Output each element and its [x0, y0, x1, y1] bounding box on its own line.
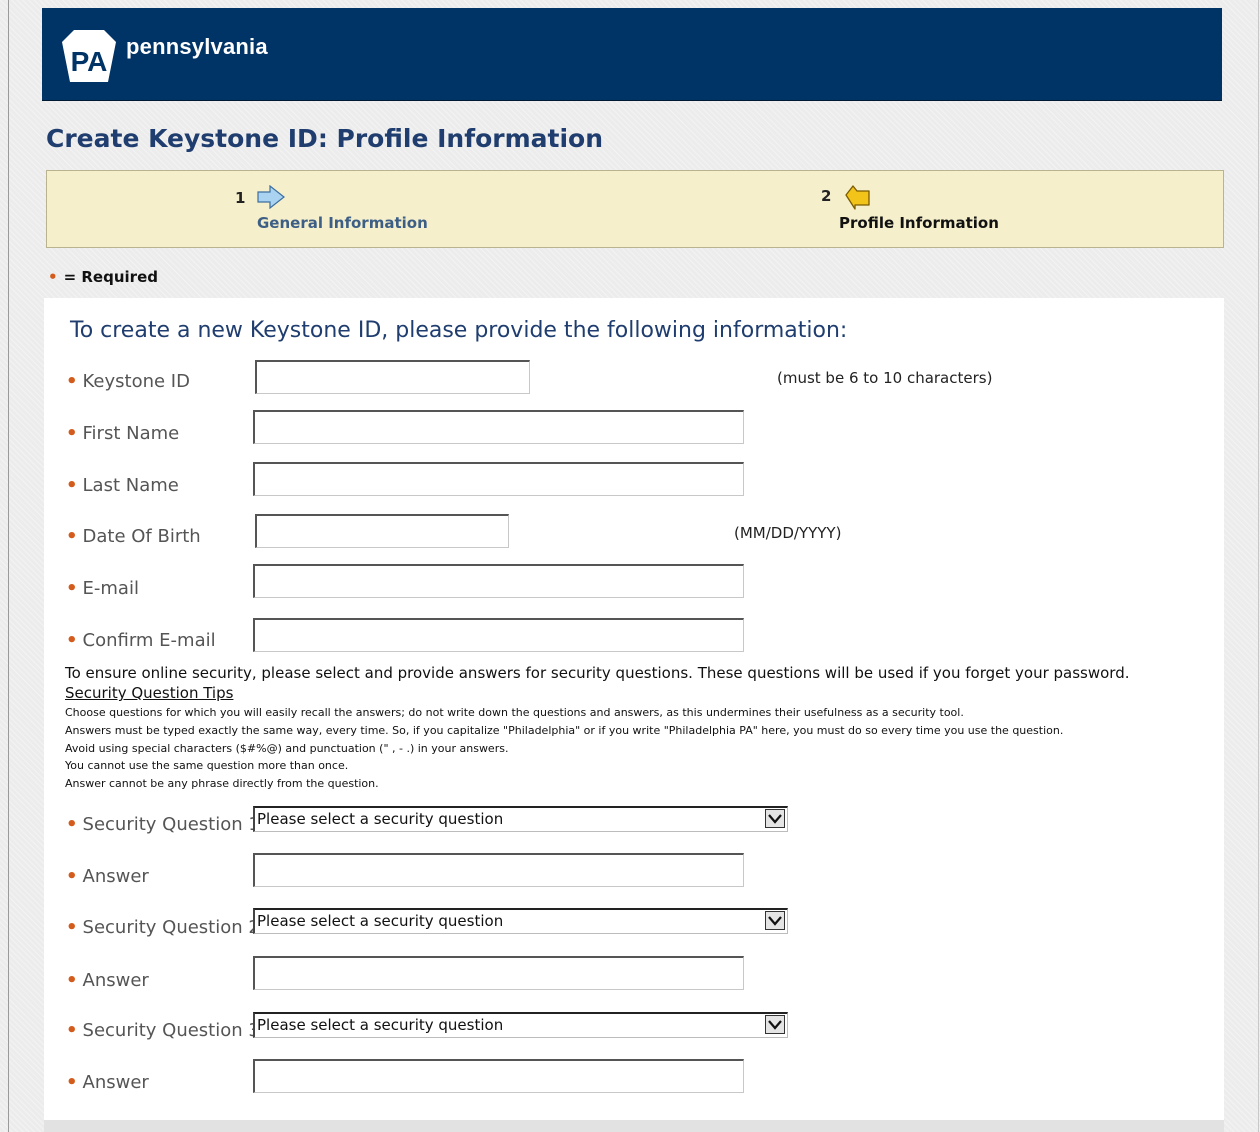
select-value: Please select a security question — [257, 810, 504, 828]
confirm-email-label-text: Confirm E-mail — [82, 630, 216, 651]
first-name-input[interactable] — [253, 410, 744, 444]
required-marker: • — [66, 970, 78, 991]
page-title: Create Keystone ID: Profile Information — [46, 124, 603, 153]
required-legend: • = Required — [48, 268, 158, 286]
security-question-3-label: • Security Question 3 — [66, 1020, 260, 1041]
arrow-right-icon — [257, 184, 285, 213]
required-marker: • — [66, 1020, 78, 1041]
required-marker: • — [66, 371, 78, 392]
date-of-birth-label: • Date Of Birth — [66, 526, 201, 547]
required-marker: • — [66, 578, 78, 599]
security-tip: Choose questions for which you will easi… — [65, 706, 964, 719]
required-marker: • — [66, 423, 78, 444]
answer-2-label: • Answer — [66, 970, 149, 991]
security-tip: You cannot use the same question more th… — [65, 759, 349, 772]
keystone-id-hint: (must be 6 to 10 characters) — [777, 369, 993, 387]
security-intro: To ensure online security, please select… — [65, 664, 1130, 682]
select-value: Please select a security question — [257, 912, 504, 930]
answer-3-input[interactable] — [253, 1059, 744, 1093]
first-name-label-text: First Name — [82, 423, 180, 444]
required-marker: • — [66, 917, 78, 938]
step-number: 1 — [235, 189, 246, 207]
step-number: 2 — [821, 187, 832, 205]
confirm-email-label: • Confirm E-mail — [66, 630, 216, 651]
keystone-logo-icon[interactable]: PA — [60, 28, 118, 88]
brand-name[interactable]: pennsylvania — [126, 34, 268, 60]
last-name-input[interactable] — [253, 462, 744, 496]
security-question-2-label: • Security Question 2 — [66, 917, 260, 938]
security-question-2-select[interactable]: Please select a security question — [253, 908, 788, 934]
security-question-1-label: • Security Question 1 — [66, 814, 260, 835]
first-name-label: • First Name — [66, 423, 179, 444]
answer-3-label: • Answer — [66, 1072, 149, 1093]
security-question-2-label-text: Security Question 2 — [82, 917, 260, 938]
answer-2-label-text: Answer — [82, 970, 149, 991]
required-marker: • — [66, 814, 78, 835]
date-of-birth-hint: (MM/DD/YYYY) — [734, 524, 842, 542]
security-tip: Answers must be typed exactly the same w… — [65, 724, 1064, 737]
date-of-birth-label-text: Date Of Birth — [82, 526, 201, 547]
answer-2-input[interactable] — [253, 956, 744, 990]
email-label: • E-mail — [66, 578, 139, 599]
answer-1-label-text: Answer — [82, 866, 149, 887]
required-legend-text: = Required — [63, 268, 158, 286]
keystone-id-input[interactable] — [255, 360, 530, 394]
chevron-down-icon[interactable] — [765, 911, 785, 930]
confirm-email-input[interactable] — [253, 618, 744, 652]
required-marker: • — [66, 866, 78, 887]
required-marker: • — [66, 475, 78, 496]
security-question-3-select[interactable]: Please select a security question — [253, 1012, 788, 1038]
page-border-right — [1258, 0, 1259, 1132]
required-marker: • — [66, 1072, 78, 1093]
keystone-id-label-text: Keystone ID — [82, 371, 190, 392]
security-question-1-select[interactable]: Please select a security question — [253, 806, 788, 832]
security-question-1-label-text: Security Question 1 — [82, 814, 260, 835]
answer-3-label-text: Answer — [82, 1072, 149, 1093]
page-border-left — [8, 0, 9, 1132]
security-tip: Avoid using special characters ($#%@) an… — [65, 742, 509, 755]
form-panel: To create a new Keystone ID, please prov… — [44, 298, 1224, 1120]
step-label: General Information — [257, 214, 428, 232]
last-name-label-text: Last Name — [82, 475, 179, 496]
answer-1-input[interactable] — [253, 853, 744, 887]
security-question-tips-link[interactable]: Security Question Tips — [65, 684, 233, 702]
logo-text: PA — [71, 46, 108, 77]
required-marker: • — [66, 630, 78, 651]
answer-1-label: • Answer — [66, 866, 149, 887]
select-value: Please select a security question — [257, 1016, 504, 1034]
step-indicator: 1 General Information 2 Profile Informat… — [46, 170, 1224, 248]
site-header: PA pennsylvania — [42, 8, 1222, 101]
form-intro: To create a new Keystone ID, please prov… — [70, 318, 848, 343]
panel-bottom-edge — [44, 1120, 1224, 1132]
chevron-down-icon[interactable] — [765, 809, 785, 828]
last-name-label: • Last Name — [66, 475, 179, 496]
chevron-down-icon[interactable] — [765, 1015, 785, 1034]
security-tip: Answer cannot be any phrase directly fro… — [65, 777, 379, 790]
date-of-birth-input[interactable] — [255, 514, 509, 548]
security-question-3-label-text: Security Question 3 — [82, 1020, 260, 1041]
pointing-arrow-icon — [843, 183, 871, 215]
keystone-id-label: • Keystone ID — [66, 371, 190, 392]
step-label: Profile Information — [839, 214, 999, 232]
email-input[interactable] — [253, 564, 744, 598]
required-marker: • — [66, 526, 78, 547]
email-label-text: E-mail — [82, 578, 139, 599]
required-marker: • — [48, 268, 58, 286]
